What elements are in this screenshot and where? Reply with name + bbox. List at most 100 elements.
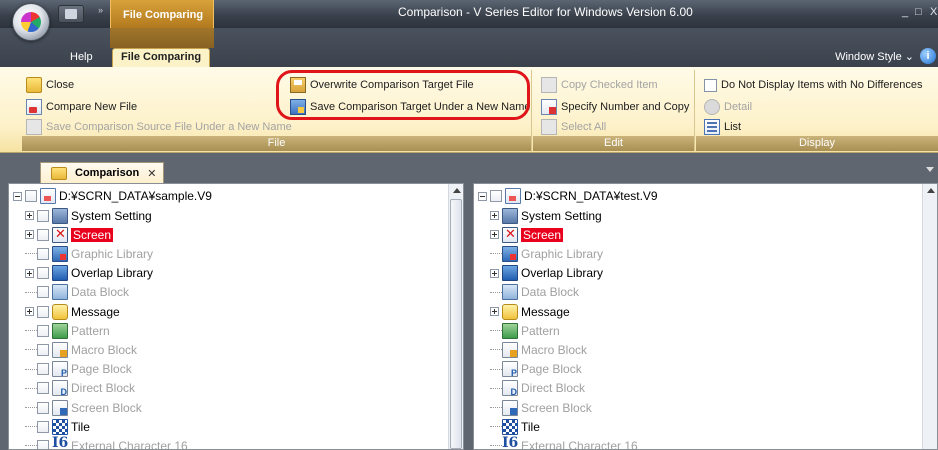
tab-help[interactable]: Help [70,51,93,67]
screen-icon [52,226,68,243]
checkbox[interactable] [37,343,49,356]
save-source-new-name-button[interactable]: Save Comparison Source File Under a New … [26,117,292,137]
tree-item[interactable]: System Setting [25,206,152,225]
tree-item[interactable]: Graphic Library [490,244,603,263]
expand-icon[interactable] [25,268,34,278]
vertical-scrollbar[interactable] [922,184,937,449]
source-tree-pane[interactable]: D:¥SCRN_DATA¥sample.V9 System Setting Scr… [8,183,464,450]
tree-item-label: Pattern [71,323,110,338]
close-window-button[interactable]: X [930,6,937,18]
checkbox[interactable] [37,228,49,241]
specify-number-copy-button[interactable]: Specify Number and Copy [541,97,689,117]
tree-item[interactable]: Screen [490,225,564,244]
copy-checked-item-button[interactable]: Copy Checked Item [541,75,658,95]
checkbox[interactable] [37,420,49,433]
compare-new-file-button[interactable]: Compare New File [26,97,137,117]
checkbox[interactable] [37,267,49,280]
detail-label: Detail [724,101,753,113]
tree-item[interactable]: Data Block [490,283,579,302]
tree-item[interactable]: Macro Block [25,340,137,359]
tree-item[interactable]: External Character 16 [490,435,638,449]
select-all-button[interactable]: Select All [541,117,606,137]
tree-item[interactable]: Data Block [25,283,129,302]
target-tree-pane[interactable]: D:¥SCRN_DATA¥test.V9 System Setting Scree… [473,183,938,450]
tree-item-label: Screen Block [521,400,592,415]
checkbox[interactable] [37,305,49,318]
scroll-up-icon[interactable] [927,188,935,193]
tree-item[interactable]: Direct Block [490,379,585,398]
tree-item[interactable]: Message [25,302,120,321]
quick-access-button[interactable] [58,5,84,23]
tree-item[interactable]: Tile [25,417,90,436]
checkbox[interactable] [37,324,49,337]
tree-item[interactable]: Screen [25,225,114,244]
window-style-dropdown[interactable]: Window Style ⌄ [835,50,914,63]
tree-item[interactable]: Macro Block [490,340,587,359]
overwrite-target-button[interactable]: Overwrite Comparison Target File [290,75,474,95]
checkbox-icon [704,78,717,92]
tree-item[interactable]: Pattern [25,321,110,340]
tree-item[interactable]: Pattern [490,321,560,340]
ribbon-tab-row: Help File Comparing Window Style ⌄ i [0,28,938,67]
checkbox[interactable] [37,401,49,414]
no-differences-checkbox[interactable]: Do Not Display Items with No Differences [704,75,923,95]
application-menu-button[interactable] [12,3,50,41]
tree-item[interactable]: Overlap Library [490,264,603,283]
quick-access-icon [65,9,77,19]
expand-icon[interactable] [490,307,499,316]
collapse-icon[interactable] [13,191,22,201]
message-icon [52,303,68,320]
tree-item[interactable]: Screen Block [25,398,142,417]
collapse-icon[interactable] [478,191,487,201]
quick-access-more-icon[interactable]: » [98,5,103,15]
tree-item[interactable]: Overlap Library [25,264,153,283]
tree-item[interactable]: Message [490,302,570,321]
checkbox[interactable] [25,190,37,202]
detail-radio[interactable]: Detail [704,97,752,117]
tree-item[interactable]: Tile [490,417,540,436]
checkbox[interactable] [37,209,49,222]
minimize-button[interactable]: _ [902,6,908,18]
checkbox[interactable] [37,382,49,395]
maximize-button[interactable]: □ [915,6,922,18]
tree-item[interactable]: Graphic Library [25,244,153,263]
tree-root[interactable]: D:¥SCRN_DATA¥sample.V9 [13,187,212,205]
expand-icon[interactable] [25,211,34,220]
tree-item[interactable]: Page Block [490,360,582,379]
tree-item-label: Message [71,304,120,319]
expand-icon[interactable] [25,307,34,316]
tree-item[interactable]: Direct Block [25,379,135,398]
tree-root[interactable]: D:¥SCRN_DATA¥test.V9 [478,187,658,205]
checkbox[interactable] [37,286,49,299]
checkbox[interactable] [37,439,49,449]
save-target-new-name-button[interactable]: Save Comparison Target Under a New Name [290,97,531,117]
list-button[interactable]: List [704,117,741,137]
tab-comparison[interactable]: Comparison ✕ [40,162,164,183]
tab-file-comparing[interactable]: File Comparing [112,48,211,67]
tree-item-label: Direct Block [521,381,586,396]
checkbox[interactable] [490,190,502,202]
tree-item-label: Screen [521,227,564,242]
checkbox[interactable] [37,247,49,260]
tree-item[interactable]: External Character 16 [25,435,188,449]
tree-item-label: System Setting [71,208,152,223]
help-icon[interactable]: i [920,48,936,64]
tree-connector [25,330,37,332]
scrollbar-thumb[interactable] [450,199,462,449]
tree-item[interactable]: Page Block [25,360,132,379]
expand-icon[interactable] [25,230,34,240]
tab-menu-arrow-icon[interactable] [926,167,934,172]
close-tab-icon[interactable]: ✕ [147,167,156,180]
expand-icon[interactable] [490,211,499,220]
vertical-scrollbar[interactable] [448,184,463,449]
checkbox[interactable] [37,363,49,376]
expand-icon[interactable] [490,268,499,278]
tree-item[interactable]: Screen Block [490,398,592,417]
scroll-up-icon[interactable] [453,188,461,193]
expand-icon[interactable] [490,230,499,240]
tree-item[interactable]: System Setting [490,206,602,225]
display-group: Do Not Display Items with No Differences… [696,70,938,151]
tree-connector [490,407,502,408]
tab-comparison-label: Comparison [75,167,140,179]
close-button[interactable]: Close [26,75,74,95]
